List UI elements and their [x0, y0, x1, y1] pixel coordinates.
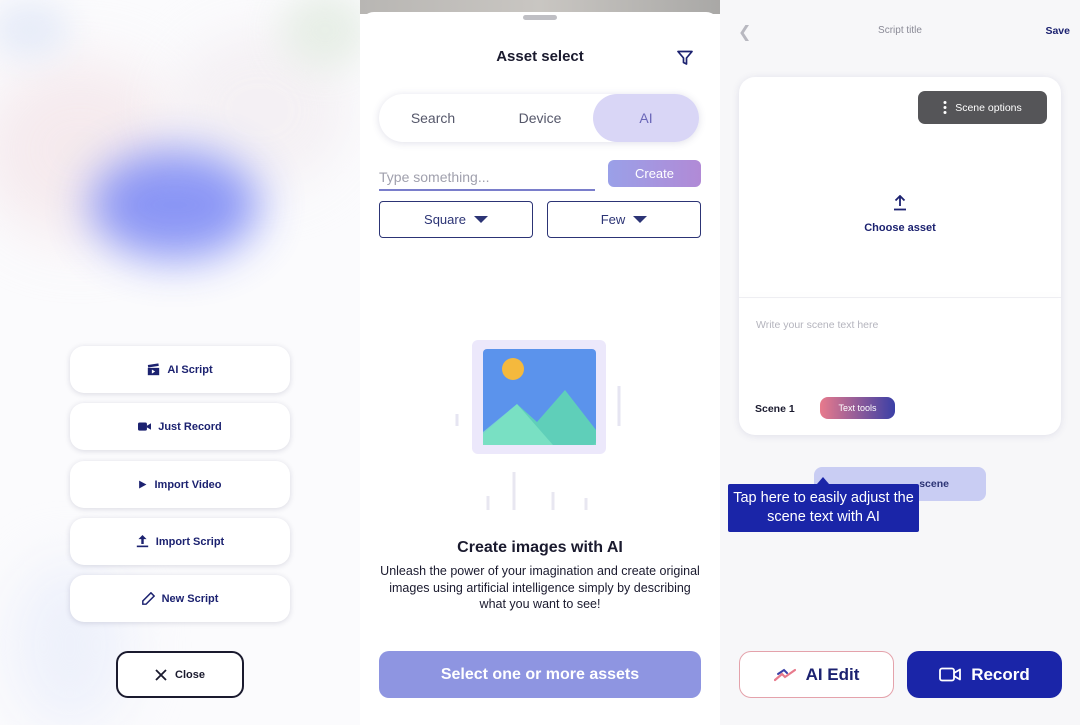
divider	[739, 297, 1061, 298]
image-placeholder-illustration	[455, 340, 621, 510]
choose-asset-button[interactable]: Choose asset	[739, 195, 1061, 236]
scene-number-label: Scene 1	[755, 403, 795, 415]
sparkle-wand-icon	[773, 668, 796, 681]
new-script-button[interactable]: New Script	[70, 575, 290, 622]
ai-edit-button[interactable]: AI Edit	[739, 651, 894, 698]
sheet-drag-handle[interactable]	[523, 15, 557, 20]
background-blur	[0, 0, 70, 60]
sheet-title: Asset select	[496, 48, 584, 65]
aspect-dropdown[interactable]: Square	[379, 201, 533, 238]
play-icon	[139, 480, 147, 489]
scene-options-button[interactable]: Scene options	[918, 91, 1047, 124]
tab-device[interactable]: Device	[487, 94, 593, 142]
upload-icon	[894, 195, 906, 211]
ai-prompt-input[interactable]	[379, 165, 595, 191]
close-icon	[155, 668, 167, 681]
select-assets-button[interactable]: Select one or more assets	[379, 651, 701, 698]
tab-ai[interactable]: AI	[593, 94, 699, 142]
create-button[interactable]: Create	[608, 160, 701, 187]
ai-script-button[interactable]: AI Script	[70, 346, 290, 393]
text-tools-button[interactable]: Text tools	[820, 397, 895, 419]
empty-state-description: Unleash the power of your imagination an…	[380, 564, 700, 611]
filter-icon[interactable]	[677, 50, 693, 66]
import-script-button[interactable]: Import Script	[70, 518, 290, 565]
new-script-label: New Script	[161, 592, 219, 605]
tab-search[interactable]: Search	[379, 94, 487, 142]
choose-asset-label: Choose asset	[864, 222, 936, 234]
pencil-icon	[141, 592, 155, 605]
import-video-button[interactable]: Import Video	[70, 461, 290, 508]
record-button[interactable]: Record	[907, 651, 1062, 698]
video-camera-icon	[138, 422, 152, 431]
record-label: Record	[971, 664, 1030, 684]
source-tabs: Search Device AI	[379, 94, 699, 142]
clapperboard-icon	[148, 363, 160, 376]
count-dropdown-value: Few	[600, 212, 626, 227]
add-scene-label: scene	[919, 478, 949, 490]
close-button[interactable]: Close	[116, 651, 244, 698]
create-menu-screen: AI Script Just Record Import Video Impor…	[0, 0, 360, 725]
scene-options-label: Scene options	[955, 101, 1022, 114]
close-label: Close	[175, 668, 205, 681]
text-tools-tooltip[interactable]: Tap here to easily adjust the scene text…	[728, 484, 919, 532]
asset-select-screen: Asset select Search Device AI Create Squ…	[360, 0, 720, 725]
ai-script-label: AI Script	[167, 363, 213, 376]
count-dropdown[interactable]: Few	[547, 201, 701, 238]
scene-card: Scene options Choose asset Scene 1 Text …	[739, 77, 1061, 435]
just-record-button[interactable]: Just Record	[70, 403, 290, 450]
bottom-sheet: Asset select Search Device AI Create Squ…	[360, 12, 720, 725]
caret-down-icon	[633, 216, 648, 223]
import-video-label: Import Video	[154, 478, 222, 491]
empty-state-title: Create images with AI	[457, 539, 623, 556]
background-blur	[90, 150, 260, 260]
tooltip-arrow	[817, 477, 829, 484]
video-camera-icon	[939, 667, 962, 682]
script-title[interactable]: Script title	[720, 25, 1080, 36]
ai-edit-label: AI Edit	[805, 664, 860, 684]
caret-down-icon	[473, 216, 488, 223]
scene-text-input[interactable]	[756, 319, 1046, 379]
script-editor-screen: ❮ Script title Save Scene options Choose…	[720, 0, 1080, 725]
save-button[interactable]: Save	[1045, 25, 1070, 37]
upload-icon	[136, 535, 148, 548]
import-script-label: Import Script	[155, 535, 225, 548]
just-record-label: Just Record	[158, 420, 222, 433]
more-vertical-icon	[943, 101, 947, 114]
aspect-dropdown-value: Square	[424, 212, 466, 227]
